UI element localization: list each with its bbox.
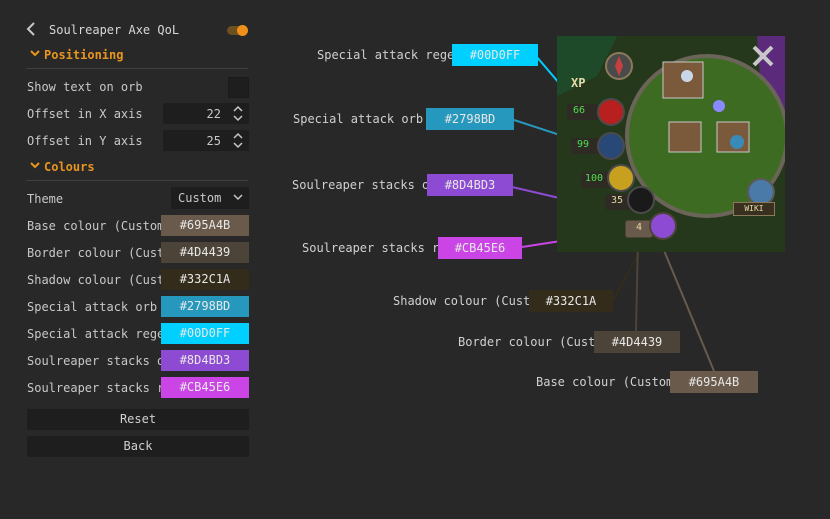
wiki-button[interactable]: WIKI bbox=[733, 202, 775, 216]
hp-orb-value-box: 66 bbox=[567, 104, 599, 120]
run-icon[interactable] bbox=[607, 164, 635, 192]
spec-value: 35 bbox=[611, 195, 624, 206]
xp-drops-button[interactable]: XP bbox=[571, 76, 585, 90]
heart-icon[interactable] bbox=[597, 98, 625, 126]
callout-colour-box: #00D0FF bbox=[452, 44, 538, 66]
hp-value: 66 bbox=[573, 105, 586, 116]
callout-colour-box: #2798BD bbox=[426, 108, 514, 130]
prayer-value: 99 bbox=[577, 139, 590, 150]
soul-value: 4 bbox=[636, 222, 643, 233]
callout-colour-box: #CB45E6 bbox=[438, 237, 522, 259]
callout-label: Base colour (Custom) bbox=[536, 375, 681, 389]
close-icon[interactable] bbox=[751, 44, 775, 68]
soulreaper-axe-icon[interactable] bbox=[649, 212, 677, 240]
minimap[interactable]: XP 66 99 100 35 4 WIKI bbox=[557, 36, 785, 252]
prayer-icon[interactable] bbox=[597, 132, 625, 160]
callout-colour-box: #4D4439 bbox=[594, 331, 680, 353]
callout-colour-box: #8D4BD3 bbox=[427, 174, 513, 196]
special-attack-icon[interactable] bbox=[627, 186, 655, 214]
run-value: 100 bbox=[585, 173, 604, 184]
callout-colour-box: #332C1A bbox=[529, 290, 613, 312]
callout-colour-box: #695A4B bbox=[670, 371, 758, 393]
